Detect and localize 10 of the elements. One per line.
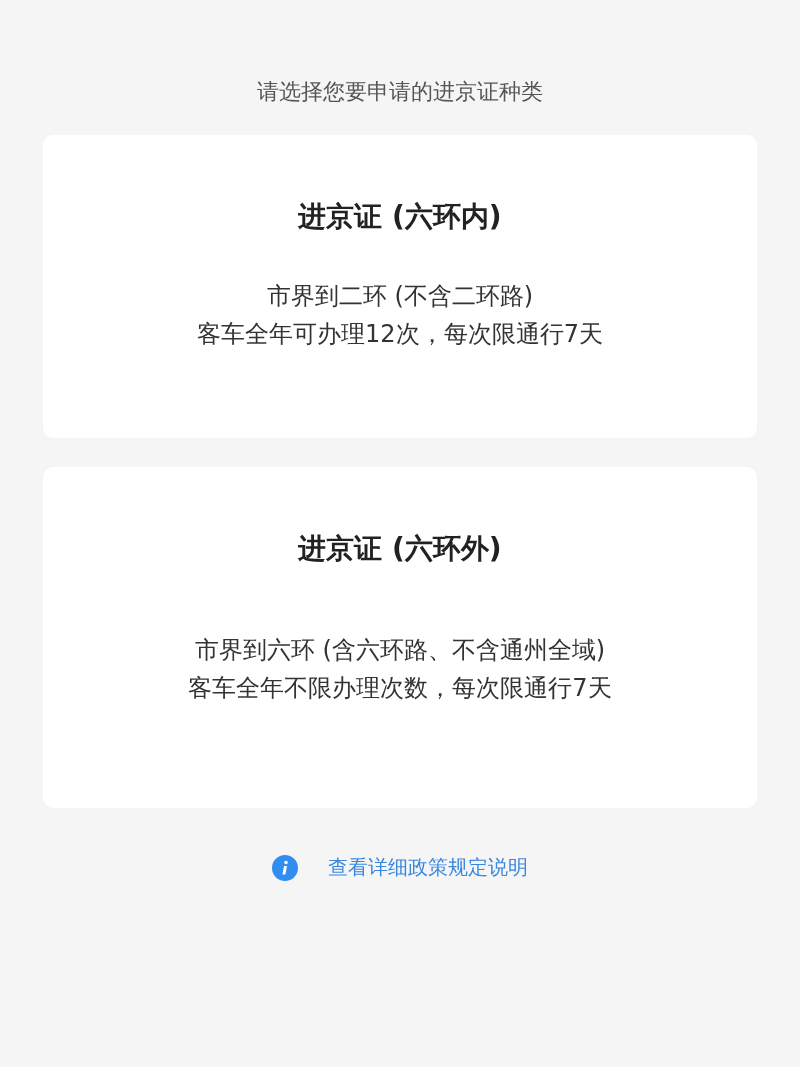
permit-title: 进京证 (六环外) xyxy=(298,531,502,567)
permit-description: 客车全年可办理12次，每次限通行7天 xyxy=(197,319,603,350)
permit-option-card[interactable]: 进京证 (六环外) 市界到六环 (含六环路、不含通州全域) 客车全年不限办理次数，每次限通行7天 xyxy=(43,467,757,808)
permit-description: 市界到六环 (含六环路、不含通州全域) xyxy=(194,635,606,666)
info-icon xyxy=(272,854,298,881)
permit-description: 市界到二环 (不含二环路) xyxy=(266,281,534,312)
page-heading: 请选择您要申请的进京证种类 xyxy=(257,78,543,106)
permit-option-card[interactable]: 进京证 (六环内) 市界到二环 (不含二环路) 客车全年可办理12次，每次限通行7天 xyxy=(43,135,757,438)
permit-title: 进京证 (六环内) xyxy=(298,199,502,235)
permit-description: 客车全年不限办理次数，每次限通行7天 xyxy=(188,673,612,704)
